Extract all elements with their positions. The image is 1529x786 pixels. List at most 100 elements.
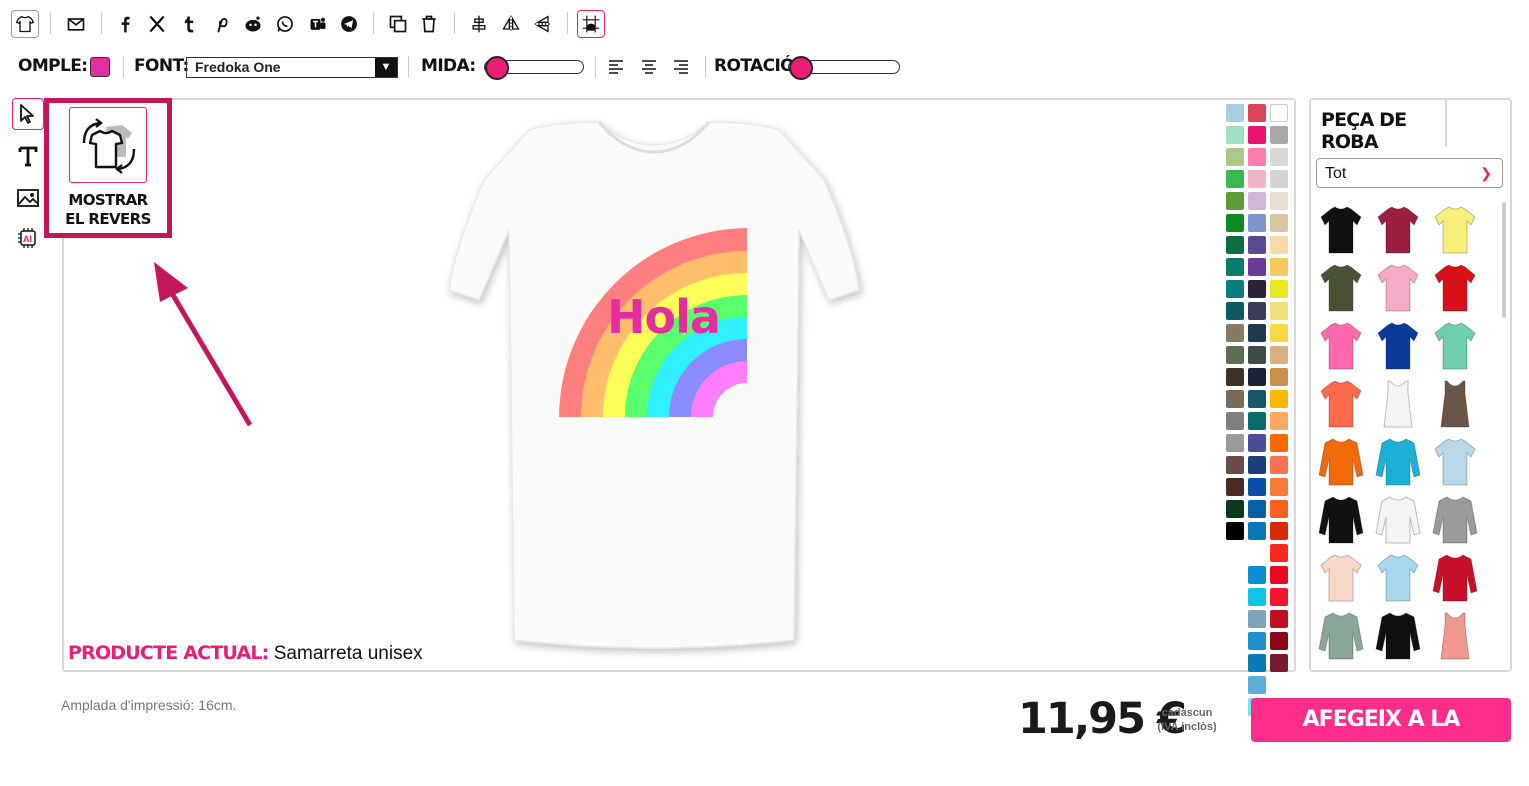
palette-color-swatch[interactable]	[1226, 434, 1244, 452]
size-slider-knob[interactable]	[485, 56, 509, 80]
palette-color-swatch[interactable]	[1226, 104, 1244, 122]
palette-color-swatch[interactable]	[1248, 192, 1266, 210]
show-reverse-button[interactable]	[69, 107, 147, 183]
white-tanktop-icon[interactable]	[1374, 377, 1422, 429]
palette-color-swatch[interactable]	[1226, 456, 1244, 474]
palette-color-swatch[interactable]	[1226, 126, 1244, 144]
align-center-text-icon[interactable]	[640, 58, 658, 76]
palette-color-swatch[interactable]	[1248, 126, 1266, 144]
gradient-blue-tshirt-icon[interactable]	[1374, 551, 1422, 603]
brown-tanktop-icon[interactable]	[1431, 377, 1479, 429]
palette-color-swatch[interactable]	[1226, 522, 1244, 540]
palette-color-swatch[interactable]	[1270, 632, 1288, 650]
align-left-icon[interactable]	[607, 58, 625, 76]
palette-color-swatch[interactable]	[1248, 258, 1266, 276]
trash-icon[interactable]	[415, 10, 443, 38]
palette-color-swatch[interactable]	[1248, 412, 1266, 430]
font-select[interactable]: Fredoka One ▼	[186, 57, 398, 78]
maroon-tshirt-icon[interactable]	[1374, 203, 1422, 255]
pink-womens-tshirt-icon[interactable]	[1374, 261, 1422, 313]
flip-horizontal-icon[interactable]	[497, 10, 525, 38]
palette-color-swatch[interactable]	[1226, 192, 1244, 210]
yellow-tshirt-icon[interactable]	[1431, 203, 1479, 255]
palette-color-swatch[interactable]	[1248, 280, 1266, 298]
palette-color-swatch[interactable]	[1248, 610, 1266, 628]
raglan-black-white-icon[interactable]	[1374, 493, 1422, 545]
panel-scrollbar[interactable]	[1502, 202, 1506, 318]
palette-color-swatch[interactable]	[1226, 170, 1244, 188]
palette-color-swatch[interactable]	[1248, 456, 1266, 474]
palette-color-swatch[interactable]	[1270, 566, 1288, 584]
palette-color-swatch[interactable]	[1270, 346, 1288, 364]
palette-color-swatch[interactable]	[1226, 324, 1244, 342]
ai-tool[interactable]: AI	[12, 222, 44, 254]
add-to-cart-button[interactable]: AFEGEIX A LA CISTELLA	[1251, 698, 1511, 776]
x-icon[interactable]	[143, 10, 171, 38]
palette-color-swatch[interactable]	[1226, 368, 1244, 386]
palette-color-swatch[interactable]	[1270, 104, 1288, 122]
palette-color-swatch[interactable]	[1270, 390, 1288, 408]
email-icon[interactable]	[62, 10, 90, 38]
snap-grid-icon[interactable]	[577, 10, 605, 38]
image-tool[interactable]	[12, 182, 44, 214]
tshirt-icon[interactable]	[11, 10, 39, 38]
palette-color-swatch[interactable]	[1226, 214, 1244, 232]
palette-color-swatch[interactable]	[1248, 478, 1266, 496]
palette-color-swatch[interactable]	[1270, 654, 1288, 672]
duplicate-icon[interactable]	[384, 10, 412, 38]
palette-color-swatch[interactable]	[1226, 302, 1244, 320]
palette-color-swatch[interactable]	[1270, 500, 1288, 518]
palette-color-swatch[interactable]	[1226, 412, 1244, 430]
red-tshirt-icon[interactable]	[1431, 261, 1479, 313]
black-longsleeve-icon[interactable]	[1317, 493, 1365, 545]
palette-color-swatch[interactable]	[1226, 478, 1244, 496]
whatsapp-icon[interactable]	[271, 10, 299, 38]
orange-hoodie-icon[interactable]	[1317, 435, 1365, 487]
tumblr-icon[interactable]	[175, 10, 203, 38]
palette-color-swatch[interactable]	[1270, 214, 1288, 232]
select-tool[interactable]	[12, 98, 44, 130]
palette-color-swatch[interactable]	[1270, 192, 1288, 210]
palette-color-swatch[interactable]	[1226, 346, 1244, 364]
turquoise-hoodie-icon[interactable]	[1374, 435, 1422, 487]
palette-color-swatch[interactable]	[1226, 258, 1244, 276]
palette-color-swatch[interactable]	[1248, 368, 1266, 386]
palette-color-swatch[interactable]	[1270, 324, 1288, 342]
palette-color-swatch[interactable]	[1270, 280, 1288, 298]
palette-color-swatch[interactable]	[1270, 610, 1288, 628]
palette-color-swatch[interactable]	[1226, 500, 1244, 518]
palette-color-swatch[interactable]	[1226, 236, 1244, 254]
palette-color-swatch[interactable]	[1270, 368, 1288, 386]
tiedye-tshirt-icon[interactable]	[1431, 435, 1479, 487]
flip-vertical-icon[interactable]	[529, 10, 557, 38]
palette-color-swatch[interactable]	[1248, 346, 1266, 364]
mint-tshirt-icon[interactable]	[1431, 319, 1479, 371]
align-center-icon[interactable]	[465, 10, 493, 38]
text-tool[interactable]	[12, 140, 44, 172]
palette-color-swatch[interactable]	[1270, 148, 1288, 166]
royal-blue-tshirt-icon[interactable]	[1374, 319, 1422, 371]
palette-color-swatch[interactable]	[1248, 390, 1266, 408]
palette-color-swatch[interactable]	[1248, 632, 1266, 650]
rotation-slider-knob[interactable]	[789, 56, 813, 80]
reddit-icon[interactable]	[239, 10, 267, 38]
palette-color-swatch[interactable]	[1270, 412, 1288, 430]
fill-color-swatch[interactable]	[90, 57, 110, 77]
design-text[interactable]: Hola	[607, 290, 721, 344]
varsity-jacket-icon[interactable]	[1431, 551, 1479, 603]
palette-color-swatch[interactable]	[1248, 170, 1266, 188]
palette-color-swatch[interactable]	[1270, 478, 1288, 496]
palette-color-swatch[interactable]	[1270, 170, 1288, 188]
palette-color-swatch[interactable]	[1248, 522, 1266, 540]
palette-color-swatch[interactable]	[1270, 258, 1288, 276]
palette-color-swatch[interactable]	[1248, 104, 1266, 122]
sage-longsleeve-icon[interactable]	[1317, 609, 1365, 661]
palette-color-swatch[interactable]	[1270, 126, 1288, 144]
coral-womens-tshirt-icon[interactable]	[1317, 377, 1365, 429]
palette-color-swatch[interactable]	[1248, 434, 1266, 452]
grey-hoodie-icon[interactable]	[1431, 493, 1479, 545]
black-tshirt-icon[interactable]	[1317, 203, 1365, 255]
palette-color-swatch[interactable]	[1270, 588, 1288, 606]
palette-color-swatch[interactable]	[1270, 434, 1288, 452]
palette-color-swatch[interactable]	[1270, 302, 1288, 320]
